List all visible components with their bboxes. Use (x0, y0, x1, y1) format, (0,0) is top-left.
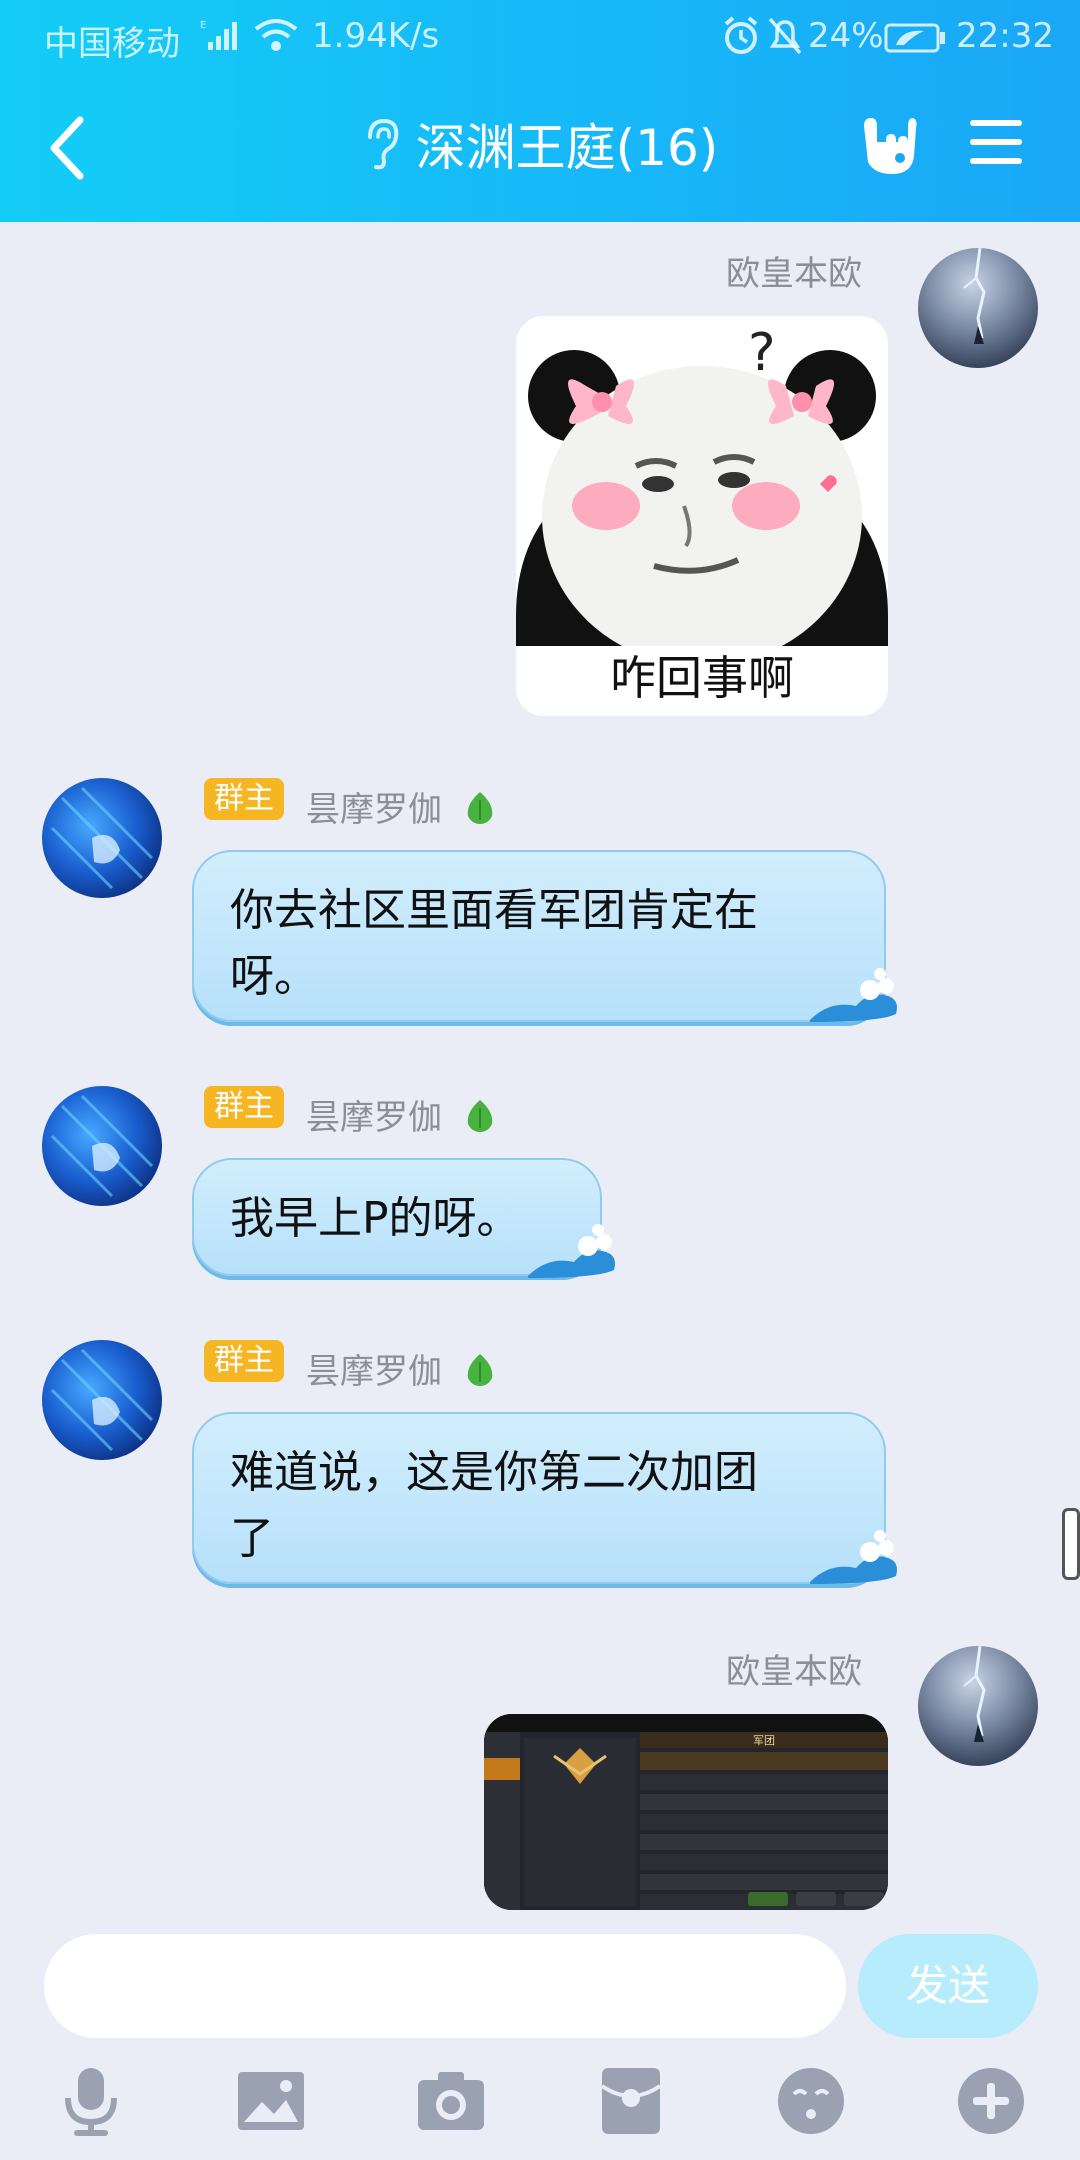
battery-icon (884, 22, 946, 62)
status-bar: 中国移动 E 1.94K/s 24% 22:32 (0, 0, 1080, 74)
alarm-icon (722, 16, 760, 65)
header-bar: 中国移动 E 1.94K/s 24% 22:32 深渊王庭(16) (0, 0, 1080, 222)
sender-name: 昙摩罗伽 (306, 1098, 442, 1138)
nav-bar: 深渊王庭(16) (0, 74, 1080, 222)
microphone-icon[interactable] (56, 2066, 126, 2136)
message-line: 你去社区里面看军团肯定在 (230, 885, 758, 936)
level-leaf-icon (464, 1098, 496, 1138)
message-line: 我早上P的呀。 (230, 1193, 521, 1244)
ear-icon (362, 117, 402, 186)
wave-decoration-icon (528, 1216, 618, 1286)
message-line: 呀。 (230, 951, 318, 1002)
plus-icon[interactable] (956, 2066, 1026, 2136)
message-input[interactable] (44, 1934, 846, 2038)
emoji-icon[interactable] (776, 2066, 846, 2136)
clock: 22:32 (956, 16, 1054, 56)
owner-badge: 群主 (204, 1086, 284, 1128)
signal-icon: E (200, 18, 246, 61)
avatar[interactable] (42, 778, 162, 898)
scrollbar-thumb[interactable] (1062, 1508, 1080, 1580)
camera-icon[interactable] (416, 2066, 486, 2136)
wave-decoration-icon (810, 1522, 900, 1592)
message-bubble[interactable]: 你去社区里面看军团肯定在 呀。 (192, 850, 886, 1022)
avatar[interactable] (42, 1340, 162, 1460)
wave-decoration-icon (810, 960, 900, 1030)
rock-hand-icon[interactable] (858, 112, 920, 184)
owner-badge: 群主 (204, 1340, 284, 1382)
screenshot-image[interactable]: 军团 (484, 1714, 888, 1910)
message-bubble[interactable]: 难道说，这是你第二次加团 了 (192, 1412, 886, 1584)
mute-bell-icon (767, 16, 803, 65)
send-button[interactable]: 发送 (858, 1934, 1038, 2038)
sender-name: 欧皇本欧 (726, 1652, 862, 1692)
avatar[interactable] (918, 248, 1038, 368)
battery-percent: 24% (808, 16, 884, 56)
message-line: 难道说，这是你第二次加团 (230, 1447, 758, 1498)
svg-text:?: ? (748, 323, 776, 383)
sender-name: 昙摩罗伽 (306, 790, 442, 830)
sender-name: 欧皇本欧 (726, 254, 862, 294)
carrier-label: 中国移动 (44, 24, 180, 64)
avatar[interactable] (918, 1646, 1038, 1766)
screenshot-caption: 军团 (753, 1734, 775, 1747)
network-speed: 1.94K/s (312, 16, 440, 56)
level-leaf-icon (464, 1352, 496, 1392)
sender-name: 昙摩罗伽 (306, 1352, 442, 1392)
level-leaf-icon (464, 790, 496, 830)
menu-icon[interactable] (968, 116, 1024, 172)
svg-text:E: E (200, 20, 206, 31)
red-packet-icon[interactable] (596, 2066, 666, 2136)
avatar[interactable] (42, 1086, 162, 1206)
owner-badge: 群主 (204, 778, 284, 820)
chat-title-text: 深渊王庭(16) (415, 119, 719, 177)
image-icon[interactable] (236, 2066, 306, 2136)
wifi-icon (253, 16, 299, 63)
message-line: 了 (230, 1513, 274, 1564)
sticker-caption: 咋回事啊 (610, 651, 794, 705)
sticker-image[interactable]: ? 咋回事啊 (516, 316, 888, 716)
